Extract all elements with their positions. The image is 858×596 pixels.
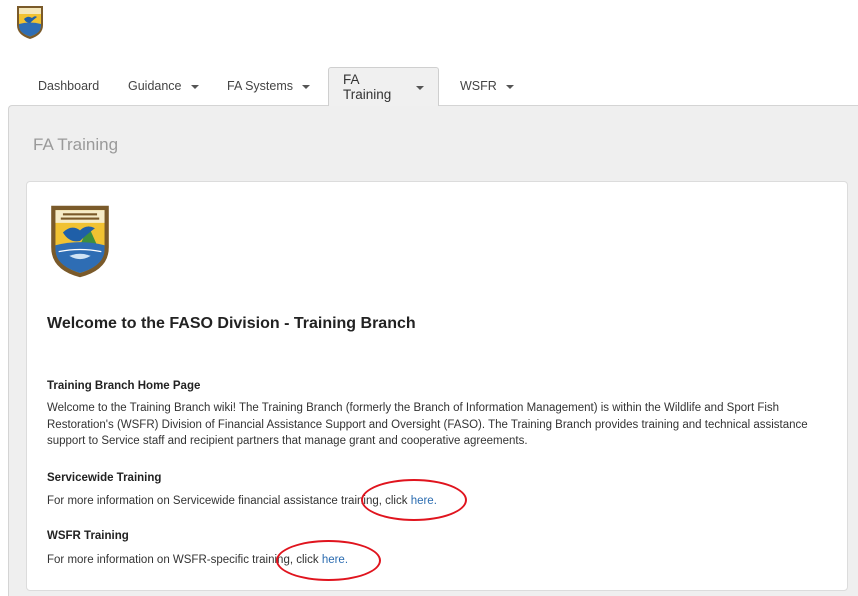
wsfr-here-link[interactable]: here. <box>322 554 348 566</box>
page-title: FA Training <box>33 135 119 154</box>
content-panel: FA Training Welcome to the FASO Division… <box>8 105 858 596</box>
welcome-heading: Welcome to the FASO Division - Training … <box>47 315 416 332</box>
servicewide-text: For more information on Servicewide fina… <box>47 495 437 507</box>
chevron-down-icon <box>505 85 514 89</box>
tab-fa-systems[interactable]: FA Systems <box>213 67 324 105</box>
home-description: Welcome to the Training Branch wiki! The… <box>47 402 808 447</box>
servicewide-heading: Servicewide Training <box>47 472 162 484</box>
fws-emblem-icon <box>51 205 109 278</box>
fws-logo-icon[interactable] <box>15 4 45 40</box>
chevron-down-icon <box>302 85 310 89</box>
tab-dashboard[interactable]: Dashboard <box>24 67 113 105</box>
header: Dashboard Guidance FA Systems FA Trainin… <box>0 0 858 106</box>
content-card: Welcome to the FASO Division - Training … <box>26 181 848 591</box>
tab-fa-training[interactable]: FA Training <box>328 67 439 106</box>
main-nav: Dashboard Guidance FA Systems FA Trainin… <box>0 67 858 106</box>
chevron-down-icon <box>190 85 199 89</box>
chevron-down-icon <box>416 86 424 90</box>
servicewide-here-link[interactable]: here. <box>411 495 437 507</box>
home-heading: Training Branch Home Page <box>47 380 201 392</box>
wsfr-text: For more information on WSFR-specific tr… <box>47 554 349 566</box>
tab-guidance[interactable]: Guidance <box>114 67 213 105</box>
wsfr-heading: WSFR Training <box>47 530 129 542</box>
tab-wsfr[interactable]: WSFR <box>446 67 528 105</box>
